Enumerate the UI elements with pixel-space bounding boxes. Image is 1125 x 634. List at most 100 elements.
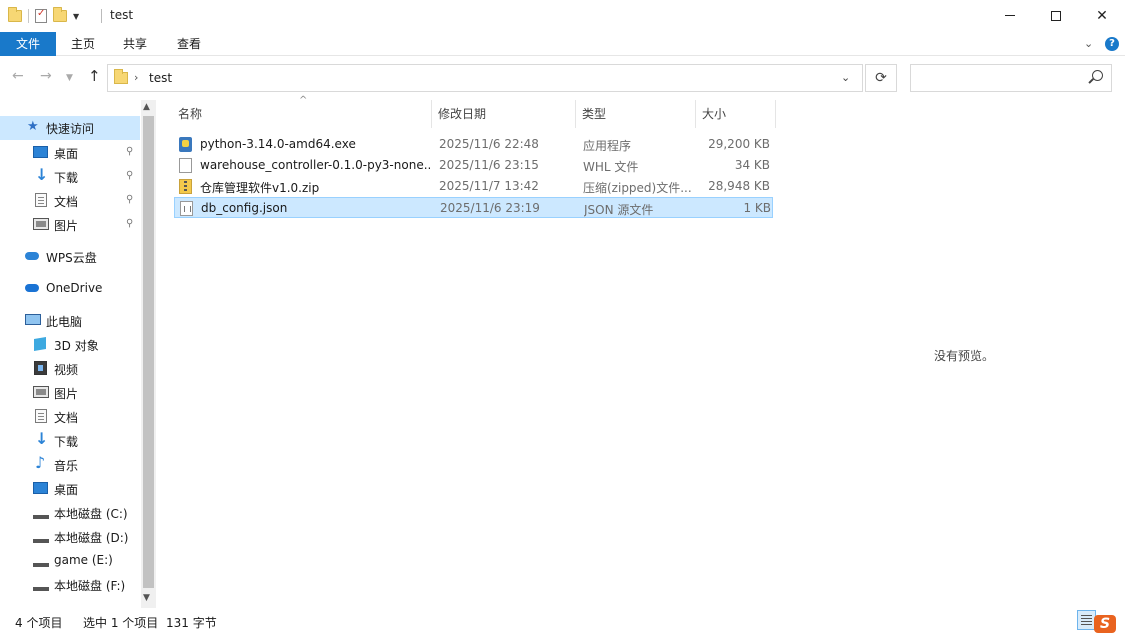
search-icon[interactable] (1092, 70, 1103, 81)
breadcrumb-separator-icon[interactable]: › (134, 71, 138, 84)
sidebar-item-pictures[interactable]: 图片 ⚲ (0, 212, 140, 236)
close-button[interactable]: ✕ (1079, 0, 1125, 31)
table-row[interactable]: 仓库管理软件v1.0.zip 2025/11/7 13:42 压缩(zipped… (174, 176, 773, 197)
sidebar-item-label: 快速访问 (46, 121, 95, 136)
table-row[interactable]: python-3.14.0-amd64.exe 2025/11/6 22:48 … (174, 134, 773, 155)
back-arrow-icon[interactable]: ← (12, 68, 24, 84)
sidebar-item-downloads[interactable]: 下载 ⚲ (0, 164, 140, 188)
sidebar-item-this-pc[interactable]: 此电脑 (0, 308, 140, 332)
sidebar-item-label: 下载 (54, 171, 79, 185)
sidebar-item-onedrive[interactable]: OneDrive (0, 276, 140, 300)
sidebar-item-drive-e[interactable]: game (E:) (0, 548, 140, 572)
tab-home[interactable]: 主页 (62, 32, 104, 56)
document-icon (35, 409, 47, 423)
recent-locations-chevron-icon[interactable]: ▼ (66, 73, 73, 83)
maximize-icon (1051, 10, 1061, 21)
sidebar-item-desktop-pc[interactable]: 桌面 (0, 476, 140, 500)
address-history-chevron-icon[interactable]: ⌄ (841, 71, 850, 84)
pin-icon[interactable]: ⚲ (126, 218, 133, 229)
sidebar-item-label: 文档 (54, 195, 79, 209)
tab-share[interactable]: 共享 (114, 32, 156, 56)
column-header-type[interactable]: 类型 (576, 100, 696, 128)
help-icon[interactable]: ? (1105, 37, 1119, 51)
pictures-icon (33, 386, 49, 398)
column-header-date[interactable]: 修改日期 (432, 100, 576, 128)
sidebar-item-downloads-pc[interactable]: 下载 (0, 428, 140, 452)
drive-icon (33, 509, 49, 519)
sidebar-item-label: game (E:) (54, 553, 113, 567)
up-arrow-icon[interactable]: ↑ (88, 67, 101, 85)
sidebar-item-label: WPS云盘 (46, 251, 97, 265)
file-date: 2025/11/6 23:19 (440, 201, 540, 215)
sidebar-item-drive-f[interactable]: 本地磁盘 (F:) (0, 572, 140, 596)
sidebar-item-label: OneDrive (46, 281, 103, 295)
file-icon (179, 158, 192, 173)
sidebar-item-label: 桌面 (54, 147, 79, 161)
file-type: 应用程序 (583, 139, 632, 153)
music-icon (33, 453, 49, 472)
status-bar: 4 个项目 选中 1 个项目 131 字节 (0, 608, 1125, 634)
sidebar-item-quick-access[interactable]: 快速访问 (0, 116, 140, 140)
search-input[interactable] (910, 64, 1112, 92)
zip-icon (179, 179, 192, 194)
download-icon (33, 165, 49, 184)
sidebar-item-music[interactable]: 音乐 (0, 452, 140, 476)
address-bar[interactable]: › test ⌄ (107, 64, 863, 92)
sidebar-item-desktop[interactable]: 桌面 ⚲ (0, 140, 140, 164)
minimize-button[interactable] (987, 0, 1033, 31)
pin-icon[interactable]: ⚲ (126, 170, 133, 181)
scroll-up-icon[interactable]: ▲ (143, 102, 150, 112)
file-type: JSON 源文件 (584, 203, 654, 217)
sidebar-item-drive-c[interactable]: 本地磁盘 (C:) (0, 500, 140, 524)
sogou-ime-icon[interactable]: S (1094, 615, 1116, 633)
title-divider (101, 9, 102, 23)
refresh-icon: ⟳ (875, 70, 887, 86)
properties-icon[interactable] (35, 8, 47, 23)
file-size: 1 KB (743, 201, 771, 215)
file-name: 仓库管理软件v1.0.zip (200, 181, 320, 195)
download-icon (33, 429, 49, 448)
maximize-button[interactable] (1033, 0, 1079, 31)
refresh-button[interactable]: ⟳ (865, 64, 897, 92)
breadcrumb-test[interactable]: test (149, 71, 172, 85)
sidebar-item-videos[interactable]: 视频 (0, 356, 140, 380)
pictures-icon (33, 218, 49, 230)
sidebar-item-drive-d[interactable]: 本地磁盘 (D:) (0, 524, 140, 548)
pin-icon[interactable]: ⚲ (126, 146, 133, 157)
video-icon (34, 361, 47, 375)
navigation-pane: 快速访问 桌面 ⚲ 下载 ⚲ 文档 ⚲ 图片 ⚲ WPS云盘 OneDriv (0, 100, 156, 608)
pin-icon[interactable]: ⚲ (126, 194, 133, 205)
tab-file[interactable]: 文件 (0, 32, 56, 56)
desktop-icon (33, 482, 48, 494)
scroll-down-icon[interactable]: ▼ (143, 593, 150, 603)
sidebar-scrollbar[interactable]: ▲ ▼ (141, 100, 156, 608)
customize-toolbar-chevron-icon[interactable]: ▼ (73, 12, 79, 21)
expand-ribbon-chevron-icon[interactable]: ⌄ (1084, 37, 1093, 50)
sidebar-item-label: 下载 (54, 435, 79, 449)
column-header-name[interactable]: 名称 (172, 100, 432, 128)
quick-access-toolbar: ▼ (8, 6, 79, 26)
sidebar-item-documents[interactable]: 文档 ⚲ (0, 188, 140, 212)
forward-arrow-icon[interactable]: → (40, 68, 52, 84)
desktop-icon (33, 146, 48, 158)
minimize-icon (1005, 15, 1015, 16)
sidebar-item-3d-objects[interactable]: 3D 对象 (0, 332, 140, 356)
table-row-selected[interactable]: db_config.json 2025/11/6 23:19 JSON 源文件 … (174, 197, 773, 218)
table-row[interactable]: warehouse_controller-0.1.0-py3-none... 2… (174, 155, 773, 176)
scrollbar-thumb[interactable] (143, 116, 154, 588)
column-header-size[interactable]: 大小 (696, 100, 776, 128)
sidebar-item-label: 此电脑 (46, 315, 83, 329)
file-type: 压缩(zipped)文件... (583, 181, 692, 195)
folder-icon (114, 69, 128, 84)
tab-view[interactable]: 查看 (168, 32, 210, 56)
sidebar-item-label: 图片 (54, 219, 79, 233)
star-icon (26, 119, 42, 135)
new-folder-icon[interactable] (53, 7, 67, 22)
sidebar-item-label: 桌面 (54, 483, 79, 497)
sidebar-item-pictures-pc[interactable]: 图片 (0, 380, 140, 404)
sidebar-item-documents-pc[interactable]: 文档 (0, 404, 140, 428)
cloud-icon (24, 249, 40, 263)
exe-icon (179, 137, 192, 152)
file-size: 28,948 KB (708, 179, 770, 193)
sidebar-item-wps-cloud[interactable]: WPS云盘 (0, 244, 140, 268)
